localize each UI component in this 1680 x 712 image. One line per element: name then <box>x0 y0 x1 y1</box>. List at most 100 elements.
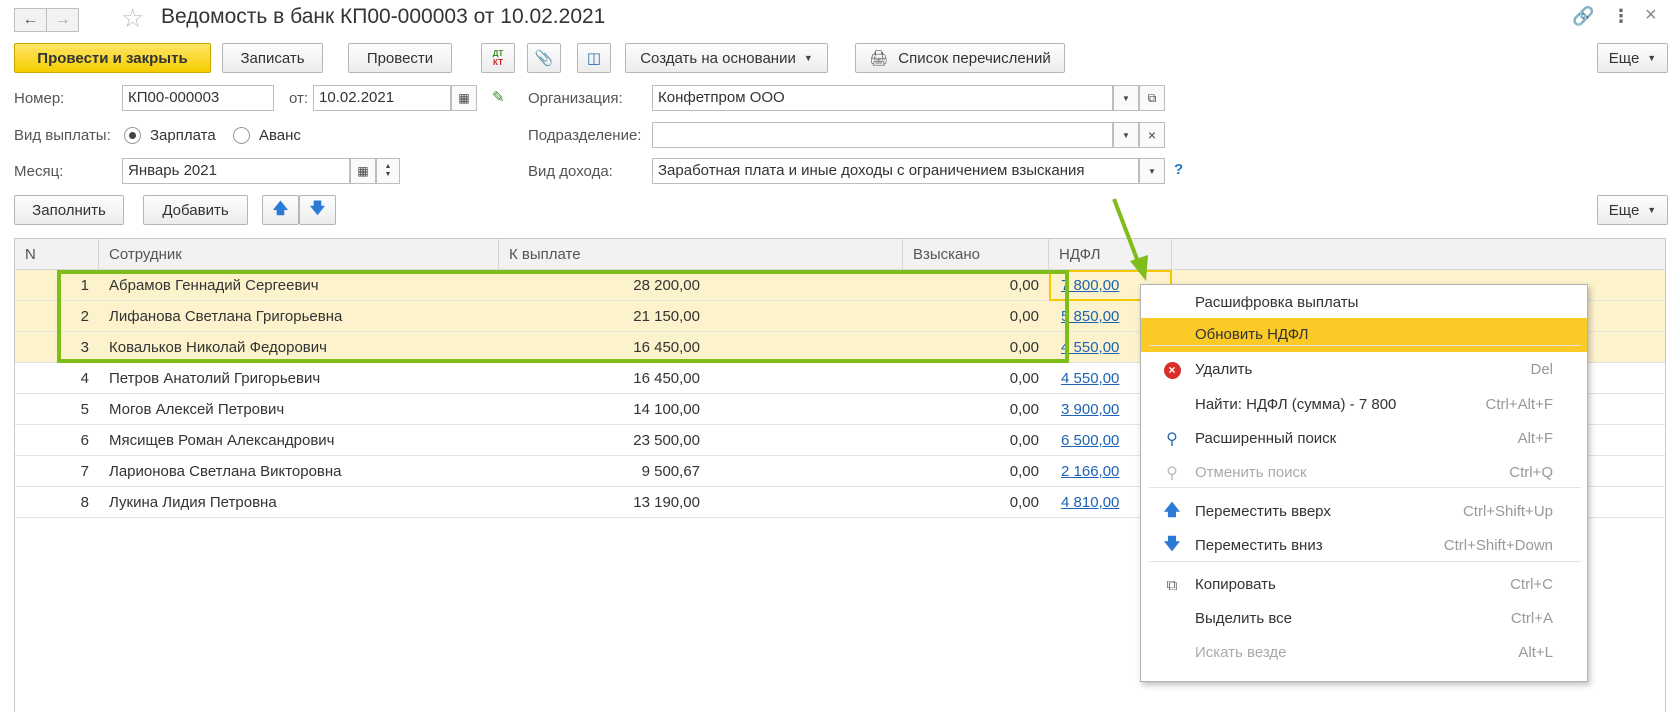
menu-item[interactable]: 🡅 Переместить вверх Ctrl+Shift+Up <box>1141 495 1587 529</box>
department-field[interactable] <box>652 122 1113 148</box>
cell-employee: Лукина Лидия Петровна <box>109 494 277 511</box>
column-header-employee[interactable]: Сотрудник <box>99 239 499 270</box>
date-field[interactable]: 10.02.2021 <box>313 85 451 111</box>
add-button[interactable]: Добавить <box>143 195 248 225</box>
menu-item[interactable]: Расшифровка выплаты <box>1141 286 1587 320</box>
dt-kt-button[interactable]: ДТ КТ <box>481 43 515 73</box>
structure-icon: ◫ <box>586 50 602 67</box>
number-label: Номер: <box>14 90 65 107</box>
cell-n: 7 <box>80 463 89 480</box>
cell-employee: Лифанова Светлана Григорьевна <box>109 308 343 325</box>
more-vertical-icon[interactable]: ⋮ <box>1612 6 1630 27</box>
calendar-button[interactable]: ▦ <box>451 85 477 111</box>
cell-payout: 28 200,00 <box>633 277 700 294</box>
month-field[interactable]: Январь 2021 <box>122 158 350 184</box>
create-based-on-button[interactable]: Создать на основании ▼ <box>625 43 828 73</box>
column-header-n[interactable]: N <box>15 239 99 270</box>
link-icon[interactable]: 🔗 <box>1572 6 1594 27</box>
arrow-up-icon: 🡅 <box>1163 501 1181 519</box>
transfer-list-button[interactable]: 🖨 Список перечислений <box>855 43 1065 73</box>
menu-item[interactable]: ⚲ Отменить поиск Ctrl+Q <box>1141 456 1587 490</box>
menu-item[interactable]: ⚲ Расширенный поиск Alt+F <box>1141 422 1587 456</box>
cell-recovered: 0,00 <box>1009 432 1039 449</box>
table-header: N Сотрудник К выплате Взыскано НДФЛ <box>15 239 1665 270</box>
menu-item-label: Удалить <box>1195 361 1253 378</box>
cell-n: 8 <box>80 494 89 511</box>
column-header-payout[interactable]: К выплате <box>499 239 903 270</box>
cell-n: 6 <box>80 432 89 449</box>
favorite-star-icon[interactable]: ☆ <box>121 3 144 34</box>
arrow-up-icon: 🡅 <box>272 199 289 217</box>
organization-dropdown-button[interactable]: ▼ <box>1113 85 1139 111</box>
date-label: от: <box>289 90 309 107</box>
menu-item-shortcut: Ctrl+A <box>1510 610 1553 627</box>
menu-item[interactable]: Обновить НДФЛ <box>1141 318 1587 352</box>
clear-icon: × <box>1147 127 1157 143</box>
cell-employee: Петров Анатолий Григорьевич <box>109 370 321 387</box>
menu-item-label: Выделить все <box>1195 610 1293 627</box>
menu-separator <box>1149 345 1581 346</box>
attach-button[interactable]: 📎 <box>527 43 561 73</box>
radio-advance[interactable] <box>233 127 250 144</box>
search-icon: ⚲ <box>1166 431 1178 448</box>
menu-item[interactable]: 🡇 Переместить вниз Ctrl+Shift+Down <box>1141 529 1587 563</box>
organization-open-button[interactable]: ⧉ <box>1139 85 1165 111</box>
chevron-down-icon: ▼ <box>803 53 813 63</box>
check-document-icon[interactable]: ✎ <box>492 88 505 106</box>
move-up-button[interactable]: 🡅 <box>262 195 299 225</box>
post-button[interactable]: Провести <box>348 43 452 73</box>
move-down-button[interactable]: 🡇 <box>299 195 336 225</box>
menu-item[interactable]: Найти: НДФЛ (сумма) - 7 800 Ctrl+Alt+F <box>1141 388 1587 422</box>
department-clear-button[interactable]: × <box>1139 122 1165 148</box>
payment-type-label: Вид выплаты: <box>14 127 111 144</box>
chevron-down-icon: ▼ <box>1647 53 1657 63</box>
month-calendar-button[interactable]: ▦ <box>350 158 376 184</box>
radio-salary[interactable] <box>124 127 141 144</box>
income-type-field[interactable]: Заработная плата и иные доходы с огранич… <box>652 158 1139 184</box>
department-dropdown-button[interactable]: ▼ <box>1113 122 1139 148</box>
cell-recovered: 0,00 <box>1009 401 1039 418</box>
back-button[interactable]: ← <box>14 8 47 32</box>
column-header-recovered[interactable]: Взыскано <box>903 239 1049 270</box>
structure-button[interactable]: ◫ <box>577 43 611 73</box>
forward-button[interactable]: → <box>46 8 79 32</box>
more-button[interactable]: Еще ▼ <box>1597 43 1668 73</box>
number-field[interactable]: КП00-000003 <box>122 85 274 111</box>
cell-recovered: 0,00 <box>1009 463 1039 480</box>
menu-item[interactable]: Выделить все Ctrl+A <box>1141 602 1587 636</box>
month-label: Месяц: <box>14 163 64 180</box>
cell-n: 4 <box>80 370 89 387</box>
arrow-right-icon: → <box>54 11 71 28</box>
annotation-arrow-icon <box>1112 198 1142 268</box>
menu-item[interactable]: × Удалить Del <box>1141 353 1587 387</box>
close-icon[interactable]: × <box>1645 4 1657 27</box>
menu-item-label: Искать везде <box>1195 644 1287 661</box>
menu-item[interactable]: ⧉ Копировать Ctrl+C <box>1141 568 1587 602</box>
more-label: Еще <box>1608 49 1640 67</box>
menu-item-shortcut: Ctrl+Q <box>1509 464 1553 481</box>
cell-payout: 23 500,00 <box>633 432 700 449</box>
menu-item-label: Отменить поиск <box>1195 464 1307 481</box>
fill-button[interactable]: Заполнить <box>14 195 124 225</box>
arrow-down-icon: 🡇 <box>309 199 326 217</box>
arrow-left-icon: ← <box>22 11 39 28</box>
organization-field[interactable]: Конфетпром ООО <box>652 85 1113 111</box>
month-stepper[interactable]: ▲ ▼ <box>376 158 400 184</box>
help-icon[interactable]: ? <box>1174 161 1183 178</box>
menu-item[interactable]: Искать везде Alt+L <box>1141 636 1587 670</box>
menu-item-shortcut: Ctrl+Alt+F <box>1485 396 1553 413</box>
cell-payout: 16 450,00 <box>633 370 700 387</box>
chevron-down-icon: ▼ <box>1647 205 1657 215</box>
cell-n: 5 <box>80 401 89 418</box>
chevron-up-icon: ▲ <box>384 163 392 170</box>
table-more-button[interactable]: Еще ▼ <box>1597 195 1668 225</box>
income-type-dropdown-button[interactable]: ▼ <box>1139 158 1165 184</box>
annotation-arrowhead-icon <box>1130 255 1148 281</box>
radio-salary-label: Зарплата <box>150 127 216 144</box>
post-and-close-button[interactable]: Провести и закрыть <box>14 43 211 73</box>
chevron-down-icon: ▼ <box>1148 166 1156 176</box>
cell-recovered: 0,00 <box>1009 277 1039 294</box>
menu-item-label: Обновить НДФЛ <box>1195 326 1309 343</box>
delete-icon: × <box>1163 361 1181 379</box>
save-button[interactable]: Записать <box>222 43 323 73</box>
